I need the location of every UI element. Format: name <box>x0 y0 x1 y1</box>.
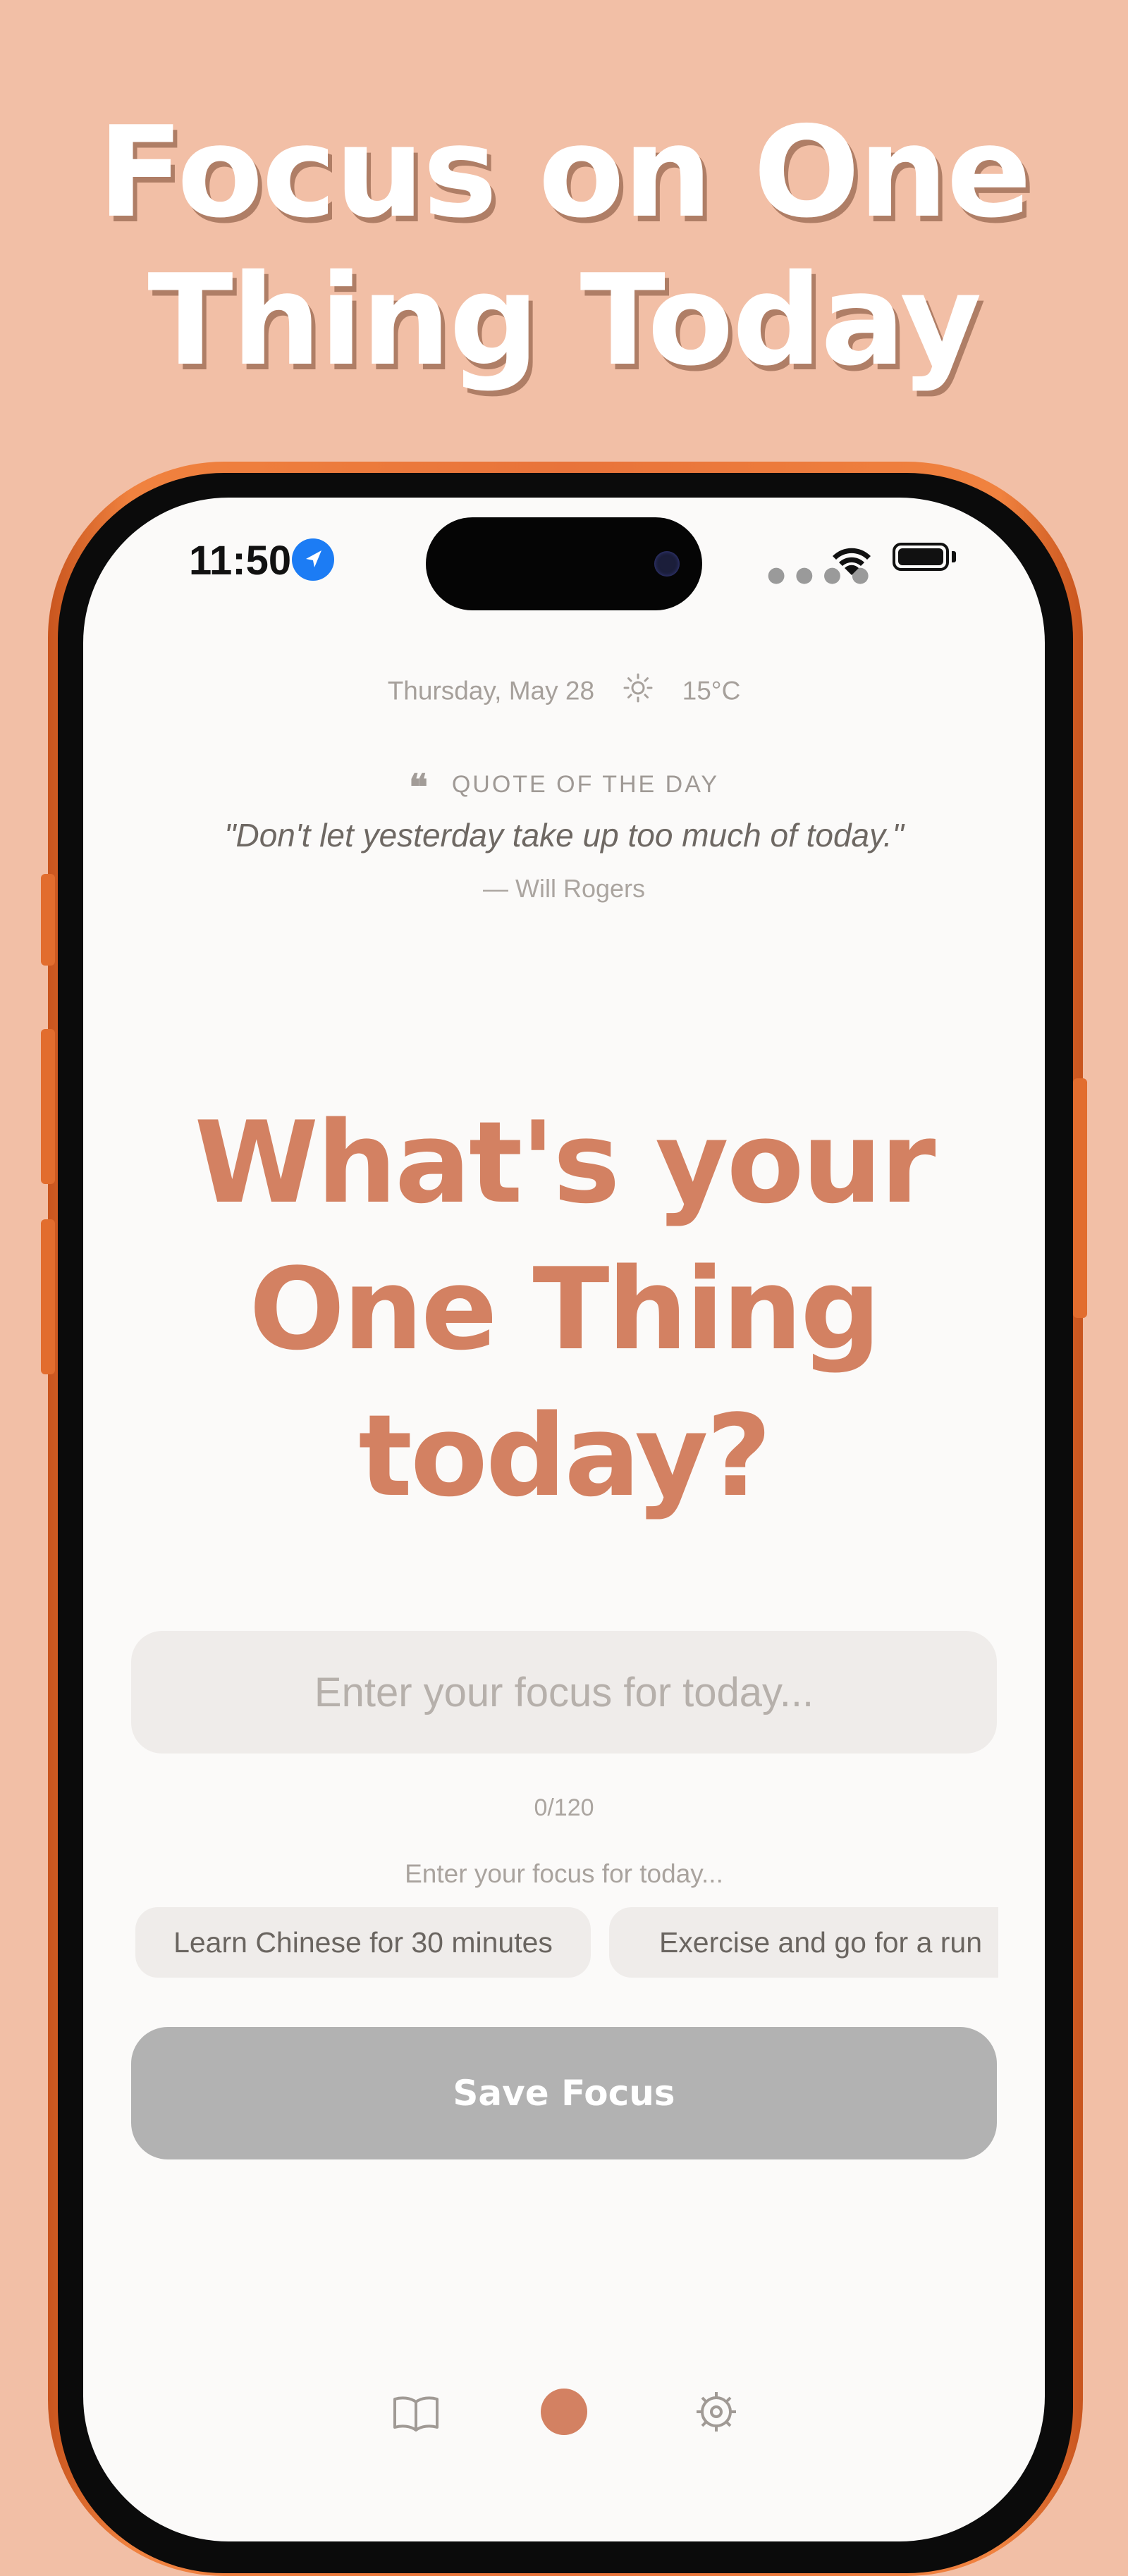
quote-label: ❝ QUOTE OF THE DAY <box>83 767 1045 808</box>
suggestion-chip[interactable]: Exercise and go for a run <box>609 1907 998 1978</box>
status-time: 11:50 <box>189 538 292 584</box>
focus-prompt-line1: What's your <box>194 1097 936 1228</box>
book-icon[interactable] <box>392 2393 440 2436</box>
suggestion-chip[interactable]: Learn Chinese for 30 minutes <box>135 1907 591 1978</box>
location-arrow-icon <box>292 538 334 581</box>
suggestion-chips: Learn Chinese for 30 minutes Exercise an… <box>135 1907 998 1978</box>
battery-icon <box>893 543 949 571</box>
sun-icon <box>623 672 654 710</box>
focus-prompt-line3: today? <box>358 1390 771 1522</box>
quote-label-text: QUOTE OF THE DAY <box>451 771 720 798</box>
phone-action-button <box>41 874 55 966</box>
battery-tip <box>952 551 956 562</box>
focus-dot-icon[interactable] <box>540 2388 588 2439</box>
quote-text: "Don't let yesterday take up too much of… <box>224 817 904 853</box>
promo-headline-line2: Thing Today <box>147 247 981 393</box>
save-focus-button[interactable]: Save Focus <box>131 2027 997 2159</box>
app-screen: 11:50 ● ● ● ● Thursday, May 28 15°C ❝ QU… <box>83 498 1045 2541</box>
focus-prompt-line2: One Thing <box>249 1243 881 1375</box>
promo-headline: Focus on One Thing Today <box>0 99 1128 395</box>
phone-volume-down-button <box>41 1219 55 1374</box>
quote-author: — Will Rogers <box>482 874 646 903</box>
focus-input[interactable] <box>131 1631 997 1754</box>
suggestion-hint: Enter your focus for today... <box>405 1859 723 1888</box>
focus-prompt-title: What's your One Thing today? <box>83 1090 1045 1529</box>
character-counter: 0/120 <box>534 1794 594 1821</box>
temperature-text: 15°C <box>682 676 741 705</box>
phone-power-button <box>1073 1078 1087 1318</box>
promo-headline-line1: Focus on One <box>97 99 1032 245</box>
settings-gear-icon[interactable] <box>694 2389 739 2437</box>
front-camera <box>654 551 680 577</box>
phone-volume-up-button <box>41 1029 55 1184</box>
date-text: Thursday, May 28 <box>387 676 595 705</box>
date-weather-row: Thursday, May 28 15°C <box>83 672 1045 710</box>
quote-icon: ❝ <box>408 768 428 807</box>
wifi-icon <box>829 544 874 581</box>
